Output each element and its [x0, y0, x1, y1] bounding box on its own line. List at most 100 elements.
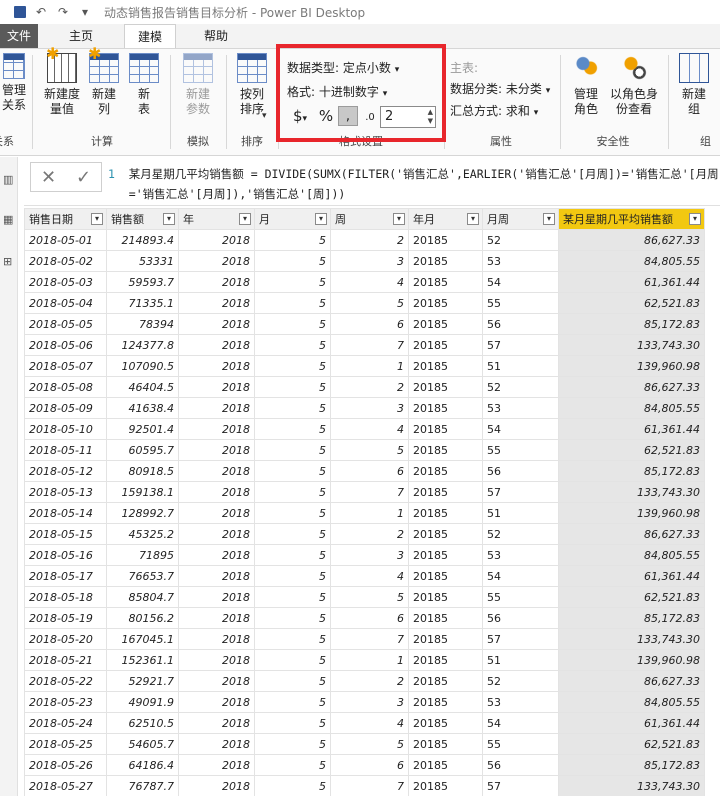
- table-cell[interactable]: 5: [254, 670, 331, 692]
- table-cell[interactable]: 56: [482, 460, 559, 482]
- tab-modeling[interactable]: 建模: [124, 24, 176, 48]
- filter-dropdown-icon[interactable]: ▾: [393, 213, 405, 225]
- new-column-button[interactable]: 新建 列: [86, 46, 122, 117]
- table-cell[interactable]: 2018: [178, 544, 255, 566]
- table-cell[interactable]: 76787.7: [106, 775, 179, 796]
- table-cell[interactable]: 71895: [106, 544, 179, 566]
- table-cell[interactable]: 133,743.30: [558, 481, 705, 503]
- table-cell[interactable]: 5: [254, 229, 331, 251]
- table-cell[interactable]: 20185: [408, 754, 483, 776]
- table-cell[interactable]: 139,960.98: [558, 355, 705, 377]
- table-cell[interactable]: 62510.5: [106, 712, 179, 734]
- table-cell[interactable]: 3: [330, 691, 409, 713]
- filter-dropdown-icon[interactable]: ▾: [543, 213, 555, 225]
- commit-icon[interactable]: ✓: [76, 167, 91, 188]
- table-cell[interactable]: 20185: [408, 397, 483, 419]
- table-cell[interactable]: 2018-05-19: [24, 607, 107, 629]
- table-cell[interactable]: 2018: [178, 313, 255, 335]
- table-cell[interactable]: 80156.2: [106, 607, 179, 629]
- table-cell[interactable]: 5: [254, 271, 331, 293]
- table-cell[interactable]: 52921.7: [106, 670, 179, 692]
- table-cell[interactable]: 60595.7: [106, 439, 179, 461]
- table-cell[interactable]: 2018: [178, 481, 255, 503]
- table-cell[interactable]: 20185: [408, 565, 483, 587]
- table-cell[interactable]: 6: [330, 313, 409, 335]
- cancel-icon[interactable]: ✕: [41, 167, 56, 188]
- table-cell[interactable]: 2018-05-12: [24, 460, 107, 482]
- table-cell[interactable]: 54605.7: [106, 733, 179, 755]
- table-cell[interactable]: 85804.7: [106, 586, 179, 608]
- table-cell[interactable]: 2018-05-21: [24, 649, 107, 671]
- table-cell[interactable]: 2018-05-05: [24, 313, 107, 335]
- table-cell[interactable]: 20185: [408, 649, 483, 671]
- table-cell[interactable]: 59593.7: [106, 271, 179, 293]
- table-cell[interactable]: 6: [330, 607, 409, 629]
- table-cell[interactable]: 62,521.83: [558, 439, 705, 461]
- table-cell[interactable]: 84,805.55: [558, 544, 705, 566]
- table-cell[interactable]: 57: [482, 628, 559, 650]
- table-cell[interactable]: 20185: [408, 523, 483, 545]
- table-cell[interactable]: 4: [330, 271, 409, 293]
- model-view-icon[interactable]: ⊞: [3, 255, 12, 268]
- new-measure-button[interactable]: 新建度 量值: [40, 46, 84, 117]
- new-group-button[interactable]: 新建 组: [676, 53, 712, 117]
- table-cell[interactable]: 5: [254, 649, 331, 671]
- table-cell[interactable]: 5: [330, 733, 409, 755]
- table-cell[interactable]: 1: [330, 649, 409, 671]
- table-cell[interactable]: 51: [482, 355, 559, 377]
- column-header[interactable]: 某月星期几平均销售额 ▾: [558, 208, 705, 230]
- table-cell[interactable]: 2018: [178, 670, 255, 692]
- home-table-dropdown[interactable]: 主表:: [450, 59, 478, 76]
- table-cell[interactable]: 41638.4: [106, 397, 179, 419]
- table-cell[interactable]: 53: [482, 397, 559, 419]
- table-cell[interactable]: 20185: [408, 334, 483, 356]
- table-cell[interactable]: 2018: [178, 229, 255, 251]
- table-cell[interactable]: 85,172.83: [558, 607, 705, 629]
- table-cell[interactable]: 46404.5: [106, 376, 179, 398]
- table-cell[interactable]: 2018-05-01: [24, 229, 107, 251]
- filter-dropdown-icon[interactable]: ▾: [315, 213, 327, 225]
- table-cell[interactable]: 20185: [408, 376, 483, 398]
- table-cell[interactable]: 84,805.55: [558, 691, 705, 713]
- table-cell[interactable]: 2: [330, 376, 409, 398]
- table-cell[interactable]: 2018: [178, 775, 255, 796]
- table-cell[interactable]: 20185: [408, 271, 483, 293]
- table-cell[interactable]: 5: [254, 628, 331, 650]
- table-cell[interactable]: 5: [254, 418, 331, 440]
- table-cell[interactable]: 2018-05-02: [24, 250, 107, 272]
- table-cell[interactable]: 5: [254, 607, 331, 629]
- table-cell[interactable]: 71335.1: [106, 292, 179, 314]
- table-cell[interactable]: 64186.4: [106, 754, 179, 776]
- table-cell[interactable]: 61,361.44: [558, 565, 705, 587]
- table-cell[interactable]: 159138.1: [106, 481, 179, 503]
- table-cell[interactable]: 2018-05-23: [24, 691, 107, 713]
- filter-dropdown-icon[interactable]: ▾: [467, 213, 479, 225]
- table-cell[interactable]: 4: [330, 712, 409, 734]
- table-cell[interactable]: 2018: [178, 502, 255, 524]
- table-cell[interactable]: 2018-05-14: [24, 502, 107, 524]
- table-cell[interactable]: 51: [482, 502, 559, 524]
- table-cell[interactable]: 152361.1: [106, 649, 179, 671]
- table-cell[interactable]: 2018-05-10: [24, 418, 107, 440]
- table-cell[interactable]: 52: [482, 376, 559, 398]
- table-cell[interactable]: 56: [482, 313, 559, 335]
- table-cell[interactable]: 1: [330, 355, 409, 377]
- table-cell[interactable]: 2018-05-18: [24, 586, 107, 608]
- table-cell[interactable]: 57: [482, 334, 559, 356]
- table-cell[interactable]: 2018-05-22: [24, 670, 107, 692]
- table-cell[interactable]: 2018: [178, 733, 255, 755]
- redo-icon[interactable]: ↷: [56, 5, 70, 19]
- table-cell[interactable]: 5: [254, 586, 331, 608]
- filter-dropdown-icon[interactable]: ▾: [689, 213, 701, 225]
- table-cell[interactable]: 54: [482, 418, 559, 440]
- table-cell[interactable]: 2018-05-06: [24, 334, 107, 356]
- table-cell[interactable]: 2018-05-11: [24, 439, 107, 461]
- table-cell[interactable]: 20185: [408, 292, 483, 314]
- table-cell[interactable]: 84,805.55: [558, 397, 705, 419]
- table-cell[interactable]: 54: [482, 565, 559, 587]
- table-cell[interactable]: 20185: [408, 502, 483, 524]
- table-cell[interactable]: 5: [254, 250, 331, 272]
- table-cell[interactable]: 20185: [408, 313, 483, 335]
- table-cell[interactable]: 7: [330, 775, 409, 796]
- table-cell[interactable]: 20185: [408, 460, 483, 482]
